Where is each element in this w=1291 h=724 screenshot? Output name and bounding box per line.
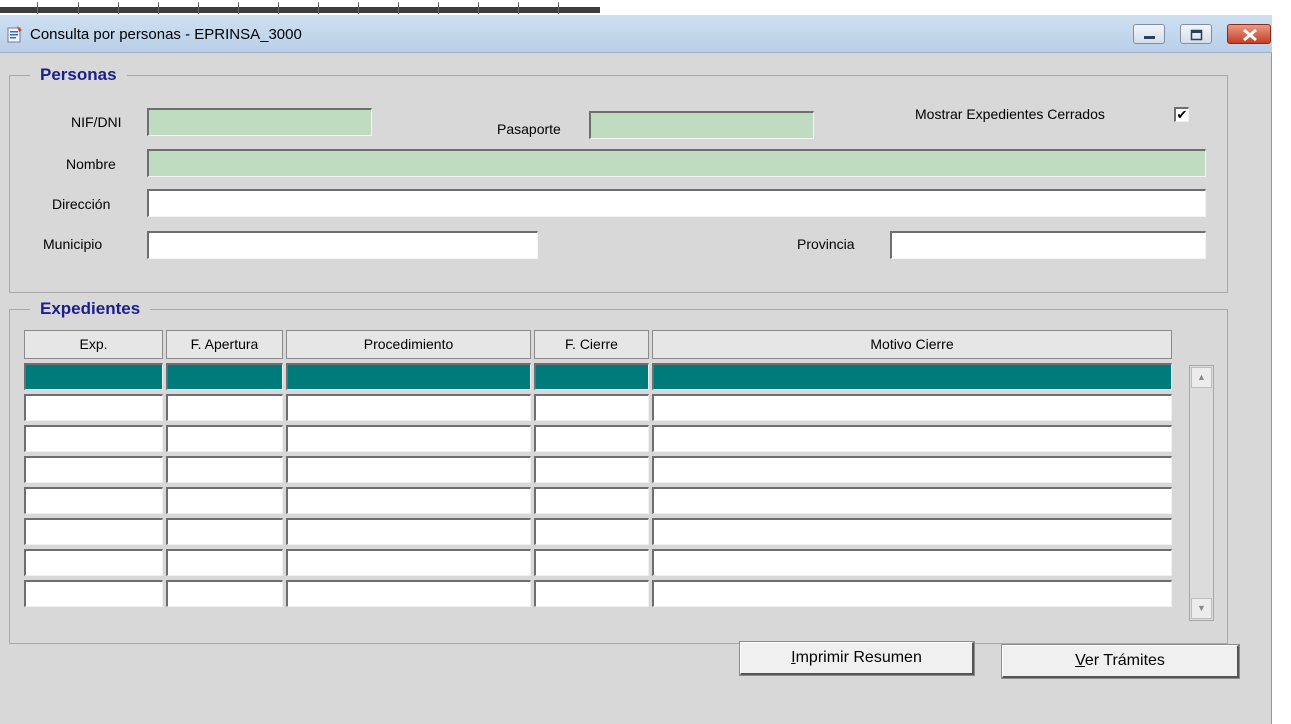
- table-cell-f-cierre[interactable]: [534, 580, 649, 607]
- column-header-motivo-cierre[interactable]: Motivo Cierre: [652, 330, 1172, 359]
- table-cell-motivo-cierre[interactable]: [652, 487, 1172, 514]
- table-cell-f-apertura[interactable]: [166, 456, 283, 483]
- table-cell-f-cierre[interactable]: [534, 549, 649, 576]
- personas-group: Personas NIF/DNI Pasaporte Mostrar Exped…: [9, 65, 1228, 293]
- table-cell-procedimiento[interactable]: [286, 487, 531, 514]
- table-cell-exp[interactable]: [24, 549, 163, 576]
- table-cell-f-cierre[interactable]: [534, 456, 649, 483]
- toolbar-separator: [158, 2, 159, 14]
- chevron-up-icon: ▲: [1197, 372, 1206, 382]
- table-cell-exp[interactable]: [24, 425, 163, 452]
- table-cell-procedimiento[interactable]: [286, 549, 531, 576]
- close-icon: [1243, 28, 1257, 42]
- table-cell-exp[interactable]: [24, 580, 163, 607]
- mostrar-cerrados-label: Mostrar Expedientes Cerrados: [915, 106, 1105, 122]
- toolbar-separator: [438, 2, 439, 14]
- nombre-label: Nombre: [66, 156, 116, 172]
- municipio-field[interactable]: [147, 231, 538, 259]
- table-cell-exp[interactable]: [24, 394, 163, 421]
- table-cell-f-apertura[interactable]: [166, 394, 283, 421]
- minimize-icon: [1144, 36, 1155, 39]
- nif-field[interactable]: [147, 108, 372, 136]
- table-cell-exp[interactable]: [24, 363, 163, 390]
- table-cell-f-cierre[interactable]: [534, 394, 649, 421]
- form-app-icon: [7, 26, 22, 43]
- table-cell-motivo-cierre[interactable]: [652, 549, 1172, 576]
- table-cell-procedimiento[interactable]: [286, 580, 531, 607]
- table-cell-exp[interactable]: [24, 518, 163, 545]
- table-cell-f-apertura[interactable]: [166, 580, 283, 607]
- toolbar-separator: [518, 2, 519, 14]
- expedientes-group-title: Expedientes: [30, 299, 151, 319]
- ver-mnemonic: V: [1075, 652, 1085, 669]
- table-cell-exp[interactable]: [24, 456, 163, 483]
- toolbar-separator: [238, 2, 239, 14]
- table-cell-motivo-cierre[interactable]: [652, 394, 1172, 421]
- window-title: Consulta por personas - EPRINSA_3000: [30, 26, 302, 43]
- direccion-field[interactable]: [147, 189, 1206, 217]
- scroll-up-button[interactable]: ▲: [1191, 367, 1212, 388]
- table-cell-f-cierre[interactable]: [534, 518, 649, 545]
- consulta-window: Consulta por personas - EPRINSA_3000 Per…: [0, 15, 1272, 724]
- table-cell-exp[interactable]: [24, 487, 163, 514]
- table-cell-procedimiento[interactable]: [286, 456, 531, 483]
- maximize-icon: [1190, 29, 1203, 41]
- table-cell-procedimiento[interactable]: [286, 394, 531, 421]
- direccion-label: Dirección: [52, 196, 111, 212]
- title-bar[interactable]: Consulta por personas - EPRINSA_3000: [0, 15, 1272, 53]
- table-cell-motivo-cierre[interactable]: [652, 456, 1172, 483]
- table-cell-f-cierre[interactable]: [534, 363, 649, 390]
- scroll-down-button[interactable]: ▼: [1191, 598, 1212, 619]
- toolbar-separator: [278, 2, 279, 14]
- table-cell-f-apertura[interactable]: [166, 518, 283, 545]
- table-cell-procedimiento[interactable]: [286, 425, 531, 452]
- municipio-label: Municipio: [43, 236, 103, 252]
- table-cell-f-apertura[interactable]: [166, 549, 283, 576]
- personas-group-title: Personas: [30, 65, 127, 85]
- table-cell-f-apertura[interactable]: [166, 487, 283, 514]
- toolbar-separator: [198, 2, 199, 14]
- imprimir-resumen-button[interactable]: Imprimir Resumen: [739, 641, 975, 676]
- table-cell-procedimiento[interactable]: [286, 363, 531, 390]
- table-cell-f-apertura[interactable]: [166, 363, 283, 390]
- toolbar-separator: [318, 2, 319, 14]
- column-header-exp[interactable]: Exp.: [24, 330, 163, 359]
- pasaporte-field[interactable]: [589, 111, 814, 139]
- column-header-procedimiento[interactable]: Procedimiento: [286, 330, 531, 359]
- toolbar-separator: [118, 2, 119, 14]
- toolbar-separator: [37, 2, 38, 14]
- ver-tramites-button[interactable]: Ver Trámites: [1001, 644, 1240, 679]
- column-header-f-cierre[interactable]: F. Cierre: [534, 330, 649, 359]
- table-cell-motivo-cierre[interactable]: [652, 580, 1172, 607]
- table-cell-motivo-cierre[interactable]: [652, 425, 1172, 452]
- background-toolbar-strip: [0, 0, 1291, 15]
- toolbar-bar: [0, 7, 600, 13]
- table-cell-procedimiento[interactable]: [286, 518, 531, 545]
- imprimir-label: mprimir Resumen: [795, 649, 922, 666]
- chevron-down-icon: ▼: [1197, 603, 1206, 613]
- toolbar-separator: [398, 2, 399, 14]
- toolbar-separator: [478, 2, 479, 14]
- toolbar-separator: [78, 2, 79, 14]
- mostrar-cerrados-checkbox[interactable]: ✔: [1174, 107, 1189, 122]
- table-cell-f-apertura[interactable]: [166, 425, 283, 452]
- toolbar-separator: [558, 2, 559, 14]
- table-scrollbar[interactable]: ▲ ▼: [1189, 365, 1214, 621]
- table-cell-f-cierre[interactable]: [534, 487, 649, 514]
- table-cell-motivo-cierre[interactable]: [652, 518, 1172, 545]
- provincia-label: Provincia: [797, 236, 855, 252]
- minimize-button[interactable]: [1133, 24, 1165, 44]
- nif-label: NIF/DNI: [71, 114, 122, 130]
- table-cell-f-cierre[interactable]: [534, 425, 649, 452]
- ver-label: er Trámites: [1084, 652, 1165, 669]
- column-header-f-apertura[interactable]: F. Apertura: [166, 330, 283, 359]
- pasaporte-label: Pasaporte: [497, 121, 561, 137]
- provincia-field[interactable]: [890, 231, 1206, 259]
- table-cell-motivo-cierre[interactable]: [652, 363, 1172, 390]
- toolbar-separator: [358, 2, 359, 14]
- nombre-field[interactable]: [147, 149, 1206, 177]
- maximize-button[interactable]: [1180, 24, 1212, 44]
- close-button[interactable]: [1227, 24, 1271, 44]
